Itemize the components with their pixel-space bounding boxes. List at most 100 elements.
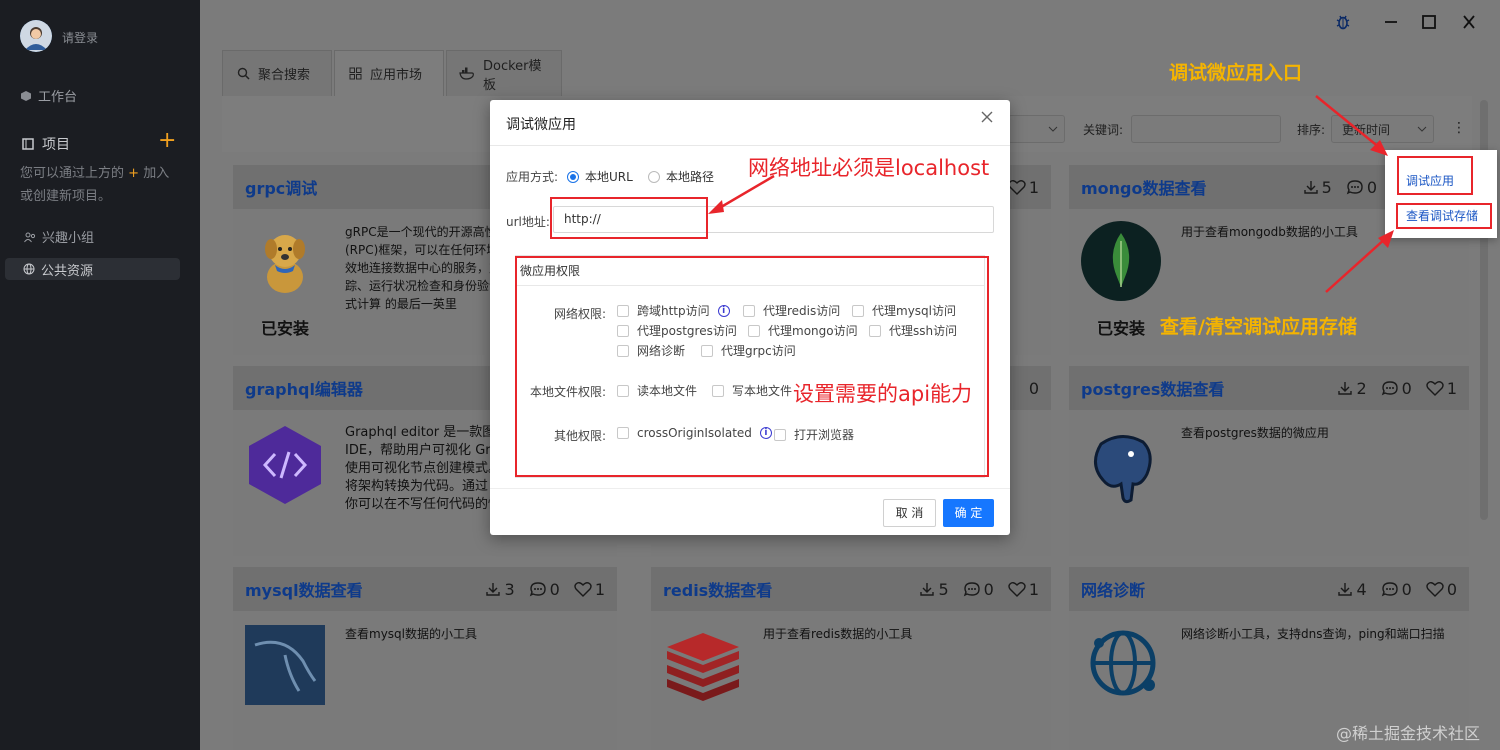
- annotation-localhost: 网络地址必须是localhost: [748, 156, 990, 180]
- dialog-title: 调试微应用: [506, 117, 576, 133]
- tab-search[interactable]: 聚合搜索: [222, 50, 332, 96]
- comment-count: 0: [1366, 177, 1377, 197]
- installed-label: 已安装: [1097, 319, 1146, 338]
- sidebar: 请登录 工作台 项目 + 您可以通过上方的 + 加入或创建新项目。 兴趣小组 公…: [0, 0, 200, 750]
- project-heading: 项目: [22, 134, 70, 154]
- like-count: 1: [594, 579, 605, 599]
- graphql-logo-icon: [247, 424, 323, 506]
- redis-logo-icon: [663, 625, 743, 705]
- mode-label: 应用方式:: [506, 170, 559, 184]
- radio-local-url[interactable]: 本地URL: [567, 168, 633, 185]
- comment-count: 0: [1028, 378, 1039, 398]
- minimize-icon[interactable]: [1378, 10, 1404, 34]
- mysql-logo-icon: [245, 625, 325, 705]
- tab-label: Docker模板: [483, 58, 542, 93]
- card-title[interactable]: mysql数据查看: [245, 577, 485, 601]
- chevron-down-icon: [1048, 126, 1058, 132]
- like-stat: 1: [574, 580, 605, 599]
- app-card[interactable]: postgres数据查看 2 0 1 查看postgres数据的微应用: [1069, 366, 1469, 556]
- arrow-icon: [708, 174, 775, 214]
- sidebar-item-public[interactable]: 公共资源: [5, 258, 180, 280]
- comment-stat: 0: [1381, 580, 1412, 599]
- annotation-api: 设置需要的api能力: [793, 382, 973, 406]
- tab-market[interactable]: 应用市场: [334, 50, 444, 96]
- tab-label: 聚合搜索: [258, 68, 311, 83]
- card-desc: 查看postgres数据的微应用: [1181, 426, 1329, 440]
- radio-label: 本地URL: [585, 170, 633, 184]
- download-stat: 2: [1337, 379, 1367, 398]
- download-stat: 5: [919, 579, 949, 599]
- more-icon[interactable]: ⋮: [1452, 120, 1466, 136]
- close-window-icon[interactable]: [1456, 10, 1482, 34]
- comment-stat: 0: [963, 580, 994, 599]
- comment-stat: 0: [1346, 178, 1377, 197]
- grid-icon: [349, 67, 362, 80]
- arrow-icon: [1325, 230, 1394, 293]
- project-icon: [22, 138, 34, 150]
- annotation-entry: 调试微应用入口: [1169, 62, 1303, 84]
- comment-count: 0: [1401, 378, 1412, 398]
- highlight-box: [550, 197, 708, 239]
- app-card[interactable]: redis数据查看 5 0 1 用于查看redis数据的小工具: [651, 567, 1051, 750]
- sidebar-item-label: 工作台: [38, 90, 78, 105]
- arrow-icon: [1315, 95, 1388, 156]
- comment-count: 0: [549, 579, 560, 599]
- divider: [490, 145, 1010, 146]
- like-stat: 1: [1426, 379, 1457, 398]
- comment-stat: 0: [529, 580, 560, 599]
- project-title: 项目: [42, 137, 70, 153]
- network-globe-icon: [1083, 623, 1163, 703]
- close-icon[interactable]: [980, 110, 994, 124]
- login-link[interactable]: 请登录: [62, 29, 98, 46]
- annotation-storage: 查看/清空调试应用存储: [1160, 316, 1357, 338]
- card-title[interactable]: postgres数据查看: [1081, 376, 1337, 400]
- plus-icon: +: [128, 166, 140, 181]
- sidebar-item-workbench[interactable]: 工作台: [20, 86, 77, 105]
- confirm-button[interactable]: 确 定: [943, 499, 994, 527]
- like-count: 1: [1028, 177, 1039, 197]
- keyword-input[interactable]: [1131, 115, 1281, 143]
- like-stat: 0: [1426, 580, 1457, 599]
- like-count: 1: [1028, 579, 1039, 599]
- card-title[interactable]: 网络诊断: [1081, 577, 1337, 601]
- filter-select[interactable]: [1008, 115, 1065, 143]
- project-hint: 您可以通过上方的 + 加入或创建新项目。: [20, 162, 180, 208]
- download-stat: 3: [485, 579, 515, 599]
- chevron-down-icon: [1417, 126, 1427, 132]
- docker-icon: [459, 67, 475, 80]
- avatar[interactable]: [20, 20, 52, 52]
- highlight-box: [1396, 203, 1492, 229]
- download-count: 5: [1321, 177, 1332, 197]
- download-count: 3: [504, 579, 515, 599]
- like-stat: 1: [1008, 580, 1039, 599]
- app-card[interactable]: mysql数据查看 3 0 1 查看mysql数据的小工具: [233, 567, 617, 750]
- radio-unchecked-icon: [648, 170, 660, 183]
- keyword-label: 关键词:: [1083, 123, 1124, 137]
- tab-label: 应用市场: [370, 68, 423, 83]
- card-title[interactable]: mongo数据查看: [1081, 175, 1303, 199]
- like-stat: 1: [1008, 178, 1039, 197]
- comment-stat: 0: [1029, 379, 1039, 398]
- download-stat: 5: [1303, 178, 1332, 197]
- dog-mascot-icon: [255, 227, 315, 297]
- tab-docker[interactable]: Docker模板: [446, 50, 562, 96]
- mongodb-logo-icon: [1081, 221, 1161, 301]
- group-icon: [24, 231, 36, 243]
- radio-checked-icon: [567, 170, 579, 183]
- card-title[interactable]: redis数据查看: [663, 577, 919, 601]
- maximize-icon[interactable]: [1416, 10, 1442, 34]
- divider: [490, 488, 1010, 489]
- bug-icon[interactable]: [1330, 10, 1356, 34]
- download-count: 4: [1356, 579, 1367, 599]
- cancel-button[interactable]: 取 消: [883, 499, 936, 527]
- add-project-icon[interactable]: +: [158, 130, 176, 152]
- installed-label: 已安装: [261, 319, 310, 338]
- card-desc: 用于查看redis数据的小工具: [763, 627, 913, 641]
- like-count: 0: [1446, 579, 1457, 599]
- search-icon: [237, 67, 250, 80]
- sidebar-item-label: 兴趣小组: [42, 231, 95, 246]
- download-count: 5: [938, 579, 949, 599]
- sidebar-item-group[interactable]: 兴趣小组: [24, 227, 94, 246]
- watermark: @稀土掘金技术社区: [1336, 724, 1481, 743]
- comment-stat: 0: [1381, 379, 1412, 398]
